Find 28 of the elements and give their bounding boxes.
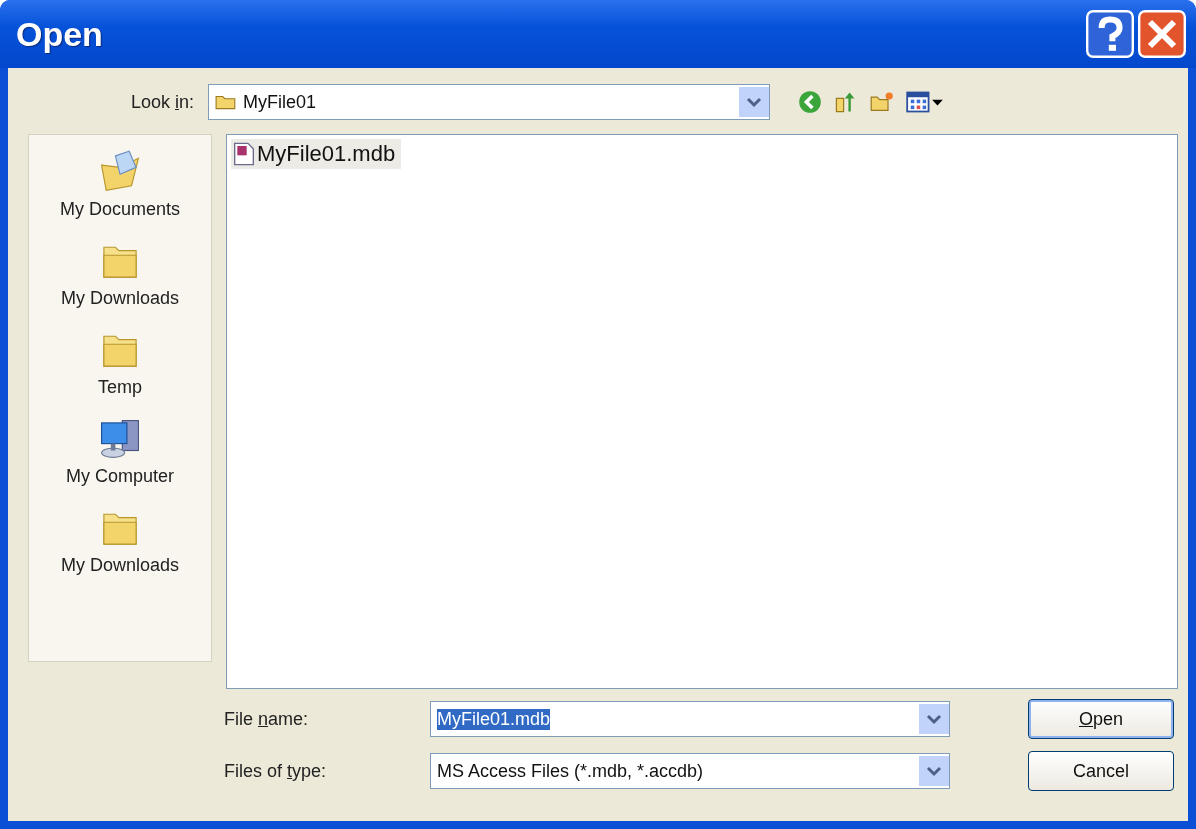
places-item[interactable]: My Downloads (60, 505, 179, 576)
file-name-label: File name: (224, 708, 310, 730)
places-label: Temp (98, 377, 142, 398)
help-icon[interactable] (1086, 10, 1134, 58)
places-item[interactable]: My Documents (59, 149, 180, 220)
places-label: My Documents (59, 199, 180, 220)
look-in-dropdown[interactable]: MyFile01 (208, 84, 770, 120)
close-icon[interactable] (1138, 10, 1186, 58)
places-item[interactable]: Temp (97, 327, 143, 398)
file-name-field[interactable]: MyFile01.mdb (430, 701, 950, 737)
look-in-value: MyFile01 (243, 91, 318, 113)
cancel-button[interactable]: Cancel (1028, 751, 1174, 791)
places-label: My Computer (66, 466, 174, 487)
open-button[interactable]: Open (1028, 699, 1174, 739)
places-item[interactable]: My Downloads (60, 238, 179, 309)
file-type-label: Files of type: (224, 760, 328, 782)
places-label: My Downloads (60, 288, 179, 309)
back-icon[interactable] (798, 90, 822, 114)
look-in-label: Look in: (129, 91, 195, 113)
places-label: My Downloads (60, 555, 179, 576)
view-menu-icon[interactable] (906, 90, 944, 114)
file-type-dropdown[interactable]: MS Access Files (*.mdb, *.accdb) (430, 753, 950, 789)
folder-icon (215, 93, 237, 111)
window-title: Open (16, 14, 103, 54)
file-item[interactable]: MyFile01.mdb (231, 139, 402, 169)
database-file-icon (233, 142, 255, 166)
places-item[interactable]: My Computer (66, 416, 174, 487)
new-folder-icon[interactable] (870, 90, 894, 114)
